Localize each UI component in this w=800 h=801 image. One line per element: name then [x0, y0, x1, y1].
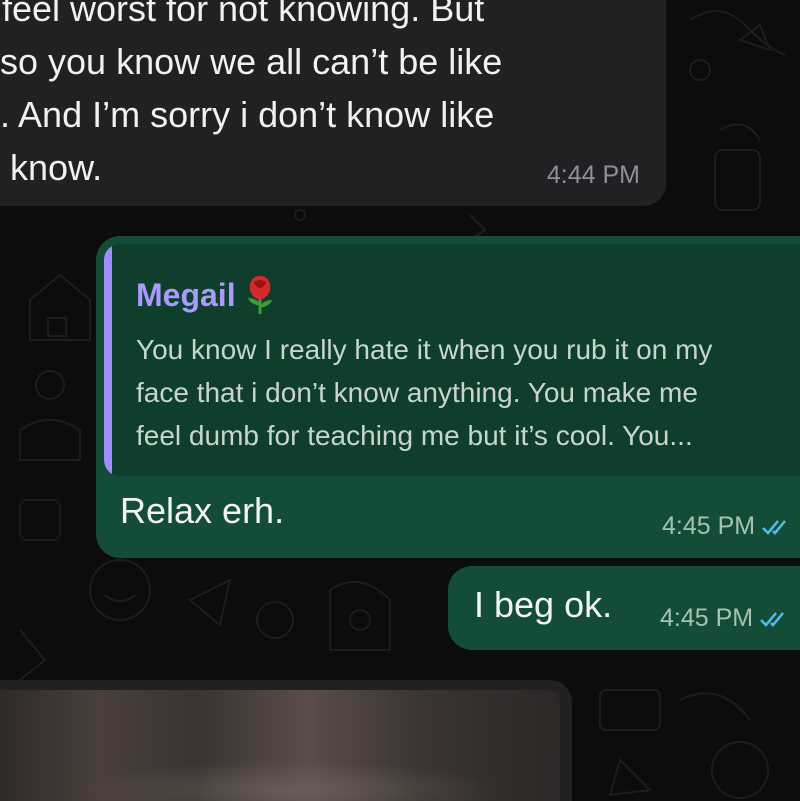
outgoing-message-meta: 4:45 PM	[660, 604, 789, 633]
reply-message-time: 4:45 PM	[662, 512, 756, 540]
double-check-icon	[760, 611, 785, 627]
rose-icon	[247, 276, 272, 314]
chat-background: - feel worst for not knowing. But t so y…	[0, 0, 800, 801]
outgoing-message-time: 4:45 PM	[660, 604, 754, 632]
double-check-icon	[762, 519, 787, 535]
reply-message-text: Relax erh.	[120, 490, 285, 531]
outgoing-message-text: I beg ok.	[474, 584, 613, 625]
outgoing-reply-bubble[interactable]: Megail You know I really hate it when yo…	[96, 236, 800, 558]
quoted-message[interactable]: Megail You know I really hate it when yo…	[104, 244, 800, 476]
reply-message-meta: 4:45 PM	[662, 512, 791, 541]
outgoing-message-bubble[interactable]: I beg ok. 4:45 PM	[448, 566, 800, 650]
quoted-author-name: Megail	[136, 276, 236, 313]
blurred-media-preview[interactable]	[0, 690, 560, 801]
media-message-bubble[interactable]	[0, 680, 572, 801]
incoming-message-time: 4:44 PM	[546, 161, 640, 189]
incoming-message-bubble[interactable]: - feel worst for not knowing. But t so y…	[0, 0, 666, 206]
quote-accent-bar	[104, 244, 112, 476]
quoted-message-text: You know I really hate it when you rub i…	[136, 334, 713, 451]
incoming-message-text: - feel worst for not knowing. But t so y…	[0, 0, 503, 188]
quoted-author: Megail	[136, 274, 278, 316]
